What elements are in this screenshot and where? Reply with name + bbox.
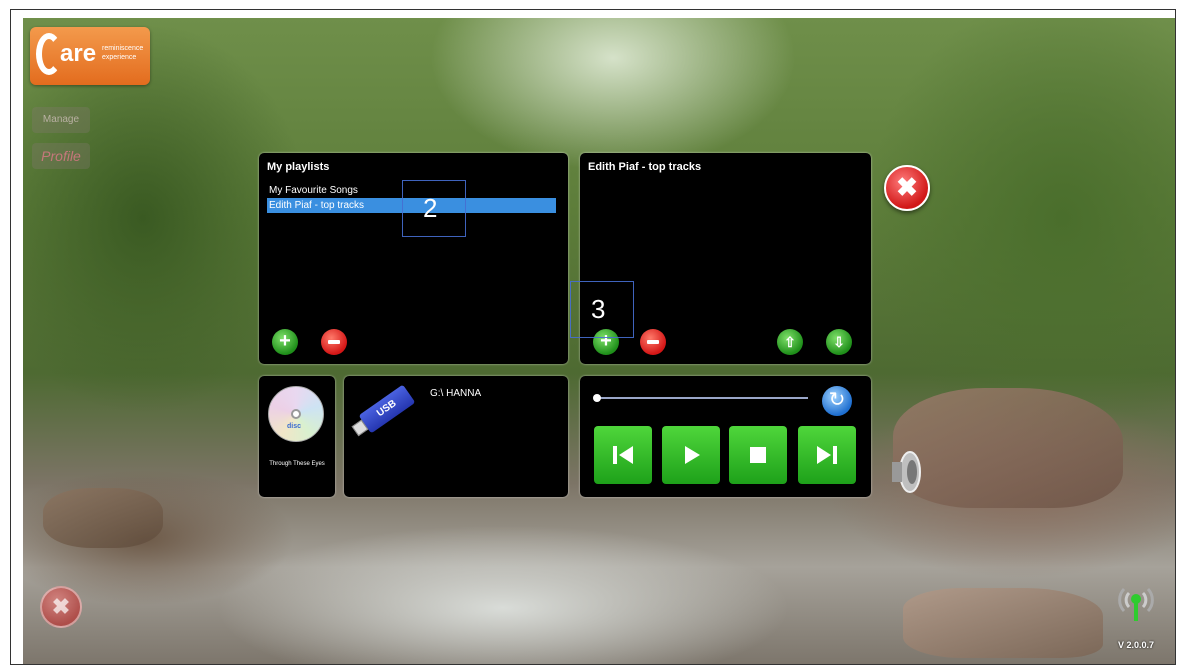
logo-text: are (60, 40, 97, 67)
version-label: V 2.0.0.7 (1118, 640, 1155, 650)
signal-icon (1118, 587, 1154, 621)
logo-tagline-2: experience (102, 54, 137, 61)
cd-hole (291, 409, 301, 419)
next-icon (817, 446, 837, 464)
annotation-box-3: 3 (570, 281, 634, 338)
care-logo: are reminiscence experience (30, 27, 150, 85)
volume-icon[interactable] (890, 448, 924, 496)
minus-icon (647, 340, 659, 344)
move-down-button[interactable]: ⇩ (826, 329, 852, 355)
player-panel: ↻ (580, 376, 871, 497)
minus-icon (328, 340, 340, 344)
background-rock (903, 588, 1103, 658)
background-rock (43, 488, 163, 548)
profile-button[interactable]: Profile (32, 143, 90, 169)
add-playlist-button[interactable]: + (272, 329, 298, 355)
stop-icon (750, 447, 766, 463)
remove-track-button[interactable] (640, 329, 666, 355)
cd-icon: disc (268, 386, 324, 442)
usb-icon: USB (358, 384, 416, 434)
cd-label: Through These Eyes (269, 461, 325, 467)
exit-icon[interactable]: ✖ (40, 586, 82, 628)
usb-source-panel[interactable]: USB G:\ HANNA (344, 376, 568, 497)
remove-playlist-button[interactable] (321, 329, 347, 355)
cd-source-panel[interactable]: disc Through These Eyes (259, 376, 335, 497)
annotation-box-2: 2 (402, 180, 466, 237)
usb-drive-label: G:\ HANNA (430, 388, 482, 399)
cd-disc-text: disc (287, 423, 302, 430)
logo-tagline: reminiscence experience (102, 44, 143, 62)
annotation-label-2: 2 (423, 193, 438, 223)
close-icon[interactable]: ✖ (884, 165, 930, 211)
play-icon (685, 446, 700, 464)
logo-c-glyph (36, 33, 62, 75)
next-button[interactable] (798, 426, 856, 484)
repeat-icon[interactable]: ↻ (822, 386, 852, 416)
logo-tagline-1: reminiscence (102, 45, 144, 52)
playlists-title: My playlists (267, 161, 330, 173)
previous-button[interactable] (594, 426, 652, 484)
annotation-label-3: 3 (591, 294, 606, 324)
progress-slider[interactable] (593, 394, 808, 402)
previous-icon (613, 446, 633, 464)
manage-button[interactable]: Manage (32, 107, 90, 133)
play-button[interactable] (662, 426, 720, 484)
move-up-button[interactable]: ⇧ (777, 329, 803, 355)
stop-button[interactable] (729, 426, 787, 484)
tracks-title: Edith Piaf - top tracks (588, 161, 702, 173)
progress-knob[interactable] (593, 394, 601, 402)
background-rock (893, 388, 1123, 508)
